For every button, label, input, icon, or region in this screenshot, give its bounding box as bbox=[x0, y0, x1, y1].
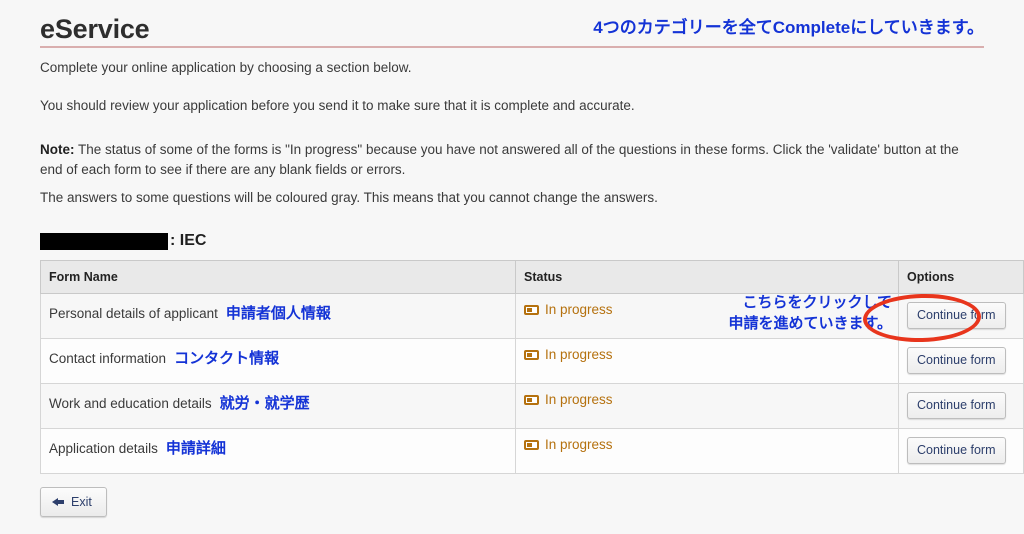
form-name-en: Application details bbox=[49, 441, 158, 456]
intro-paragraph-1: Complete your online application by choo… bbox=[40, 60, 412, 75]
continue-form-button[interactable]: Continue form bbox=[907, 302, 1006, 329]
form-name-jp: 就労・就学歴 bbox=[219, 395, 310, 412]
cell-options: Continue form bbox=[898, 338, 1024, 384]
cell-status: In progress bbox=[515, 338, 899, 384]
arrow-left-icon bbox=[52, 497, 64, 508]
form-name-jp: 申請者個人情報 bbox=[225, 305, 331, 322]
header-divider bbox=[40, 46, 984, 48]
annotation-click-line2: 申請を進めていきます。 bbox=[728, 315, 892, 332]
table-row: Application details 申請詳細 In progress Cont… bbox=[40, 428, 1024, 474]
exit-button[interactable]: Exit bbox=[40, 487, 107, 517]
cell-form-name: Contact information コンタクト情報 bbox=[40, 338, 516, 384]
column-header-form-name: Form Name bbox=[40, 260, 516, 294]
cell-status: In progress こちらをクリックして 申請を進めていきます。 bbox=[515, 292, 899, 339]
page-root: eService 4つのカテゴリーを全てCompleteにしていきます。 Com… bbox=[0, 0, 1024, 534]
exit-button-label: Exit bbox=[71, 495, 92, 509]
annotation-click-here: こちらをクリックして 申請を進めていきます。 bbox=[728, 292, 892, 334]
cell-form-name: Work and education details 就労・就学歴 bbox=[40, 383, 516, 429]
page-title: eService bbox=[40, 14, 150, 44]
form-badge-icon bbox=[524, 394, 539, 405]
form-name-en: Work and education details bbox=[49, 396, 212, 411]
redaction-bar bbox=[40, 232, 168, 250]
status-label: In progress bbox=[545, 302, 613, 317]
section-heading: : IEC bbox=[40, 230, 206, 252]
note-label: Note: bbox=[40, 142, 75, 157]
form-name-jp: 申請詳細 bbox=[165, 440, 226, 457]
status-badge: In progress bbox=[524, 392, 613, 407]
table-row: Work and education details 就労・就学歴 In prog… bbox=[40, 383, 1024, 429]
cell-status: In progress bbox=[515, 383, 899, 429]
status-badge: In progress bbox=[524, 302, 613, 317]
table-row: Contact information コンタクト情報 In progress C… bbox=[40, 338, 1024, 384]
continue-form-button[interactable]: Continue form bbox=[907, 437, 1006, 464]
form-badge-icon bbox=[524, 439, 539, 450]
status-label: In progress bbox=[545, 392, 613, 407]
status-badge: In progress bbox=[524, 347, 613, 362]
column-header-status: Status bbox=[515, 260, 899, 294]
cell-options: Continue form bbox=[898, 428, 1024, 474]
note-body: The status of some of the forms is "In p… bbox=[40, 142, 959, 177]
cell-options: Continue form bbox=[898, 293, 1024, 339]
continue-form-button[interactable]: Continue form bbox=[907, 347, 1006, 374]
section-heading-suffix: : IEC bbox=[170, 232, 207, 249]
status-badge: In progress bbox=[524, 437, 613, 452]
table-header-row: Form Name Status Options bbox=[40, 260, 1024, 294]
form-badge-icon bbox=[524, 304, 539, 315]
intro-paragraph-4: The answers to some questions will be co… bbox=[40, 190, 658, 205]
footer-actions: Exit bbox=[40, 487, 107, 517]
form-name-jp: コンタクト情報 bbox=[174, 350, 280, 367]
continue-form-button[interactable]: Continue form bbox=[907, 392, 1006, 419]
status-label: In progress bbox=[545, 437, 613, 452]
cell-options: Continue form bbox=[898, 383, 1024, 429]
form-badge-icon bbox=[524, 349, 539, 360]
cell-form-name: Personal details of applicant 申請者個人情報 bbox=[40, 293, 516, 339]
page-header: eService 4つのカテゴリーを全てCompleteにしていきます。 bbox=[40, 12, 984, 48]
cell-status: In progress bbox=[515, 428, 899, 474]
form-name-en: Contact information bbox=[49, 351, 167, 366]
forms-table: Form Name Status Options Personal detail… bbox=[40, 260, 1024, 474]
intro-paragraph-2: You should review your application befor… bbox=[40, 98, 635, 113]
cell-form-name: Application details 申請詳細 bbox=[40, 428, 516, 474]
form-name-en: Personal details of applicant bbox=[49, 306, 218, 321]
intro-note-paragraph: Note: The status of some of the forms is… bbox=[40, 140, 970, 180]
column-header-options: Options bbox=[898, 260, 1024, 294]
status-label: In progress bbox=[545, 347, 613, 362]
table-row: Personal details of applicant 申請者個人情報 In … bbox=[40, 292, 1024, 339]
annotation-complete-categories: 4つのカテゴリーを全てCompleteにしていきます。 bbox=[593, 18, 984, 37]
annotation-click-line1: こちらをクリックして bbox=[742, 294, 892, 311]
